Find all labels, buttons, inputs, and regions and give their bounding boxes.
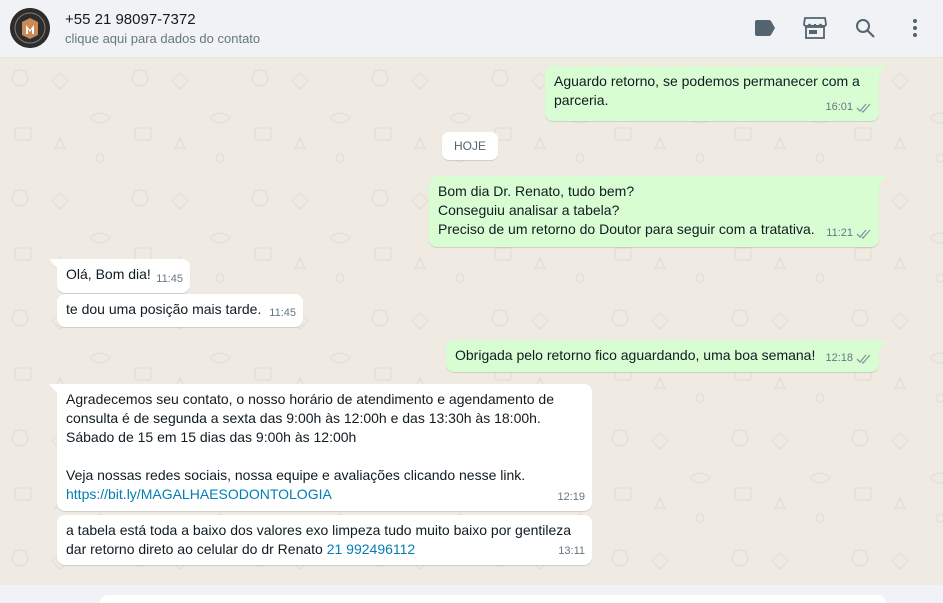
chat-header: +55 21 98097-7372 clique aqui para dados… (0, 0, 943, 58)
message-text: Aguardo retorno, se podemos permanecer c… (554, 73, 860, 108)
incoming-message[interactable]: Agradecemos seu contato, o nosso horário… (49, 384, 592, 511)
contact-name: +55 21 98097-7372 (65, 11, 196, 28)
message-list[interactable]: Aguardo retorno, se podemos permanecer c… (0, 58, 943, 585)
message-time: 12:19 (557, 491, 585, 503)
message-time: 11:45 (269, 307, 296, 319)
message-time: 16:01 (825, 101, 853, 113)
read-receipt-icon (856, 103, 871, 113)
menu-icon[interactable] (903, 16, 927, 40)
search-icon[interactable] (853, 16, 877, 40)
read-receipt-icon (856, 354, 871, 364)
outgoing-message[interactable]: Bom dia Dr. Renato, tudo bem? Conseguiu … (429, 176, 887, 247)
contact-avatar[interactable] (10, 8, 50, 48)
store-icon[interactable] (803, 16, 827, 40)
incoming-message[interactable]: Olá, Bom dia! 11:45 (49, 259, 190, 293)
incoming-message[interactable]: te dou uma posição mais tarde. 11:45 (57, 294, 303, 327)
message-phone-link[interactable]: 21 992496112 (327, 541, 416, 557)
message-text: Agradecemos seu contato, o nosso horário… (66, 391, 554, 483)
message-text: Bom dia Dr. Renato, tudo bem? Conseguiu … (438, 183, 815, 237)
clinic-logo-icon (10, 8, 50, 48)
message-time: 12:18 (825, 352, 853, 364)
message-link[interactable]: https://bit.ly/MAGALHAESODONTOLOGIA (66, 486, 332, 502)
contact-subtitle: clique aqui para dados do contato (65, 31, 261, 46)
message-input[interactable] (100, 595, 886, 603)
contact-info[interactable]: +55 21 98097-7372 clique aqui para dados… (65, 10, 260, 49)
outgoing-message[interactable]: Obrigada pelo retorno fico aguardando, u… (446, 340, 887, 372)
label-icon[interactable] (753, 16, 777, 40)
outgoing-message[interactable]: Aguardo retorno, se podemos permanecer c… (545, 66, 887, 121)
message-text: a tabela está toda a baixo dos valores e… (66, 522, 572, 557)
message-time: 13:11 (558, 545, 585, 557)
message-text: Obrigada pelo retorno fico aguardando, u… (455, 347, 816, 363)
message-text: te dou uma posição mais tarde. (66, 301, 262, 317)
day-separator: HOJE (442, 132, 499, 160)
message-time: 11:45 (156, 273, 183, 285)
read-receipt-icon (856, 229, 871, 239)
message-time: 11:21 (826, 227, 853, 239)
incoming-message[interactable]: a tabela está toda a baixo dos valores e… (57, 515, 592, 565)
